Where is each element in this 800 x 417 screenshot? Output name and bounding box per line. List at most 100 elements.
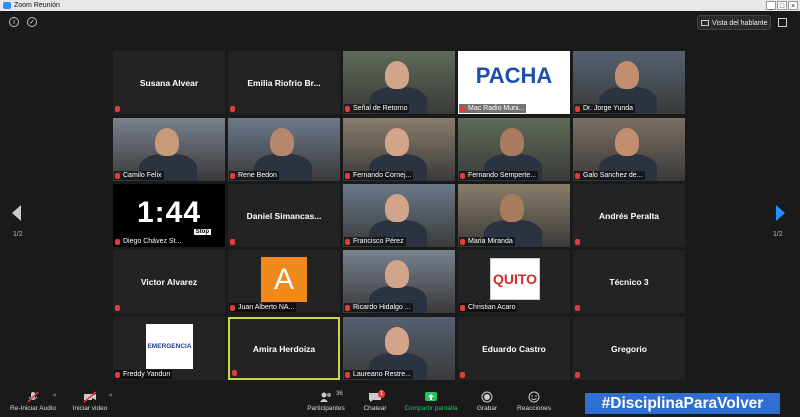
fullscreen-icon[interactable] (778, 18, 787, 27)
participant-head (385, 128, 409, 156)
window-controls: _ □ × (766, 0, 798, 11)
participant-tile[interactable]: Dr. Jorge Yunda (573, 51, 685, 114)
share-screen-icon (424, 391, 438, 403)
muted-mic-icon (115, 106, 120, 112)
participant-tile[interactable]: Señal de Retorno (343, 51, 455, 114)
share-screen-label: Compartir pantalla (404, 405, 458, 412)
video-label: Iniciar video (72, 405, 108, 412)
muted-mic-icon (460, 173, 465, 179)
participant-tile[interactable]: A Juan Alberto NA... (228, 250, 340, 313)
muted-mic-icon (575, 305, 580, 311)
participant-tile[interactable]: Técnico 3 (573, 250, 685, 313)
muted-mic-icon (115, 305, 120, 311)
meeting-topbar (0, 11, 800, 37)
record-label: Grabar (476, 405, 498, 412)
participants-button[interactable]: 36 Participantes (302, 387, 350, 417)
participant-tile[interactable]: Rene Bedon (228, 118, 340, 181)
participant-display-name: Gregorio (611, 343, 647, 354)
countdown-clock: 1:44 (136, 196, 202, 229)
participant-tile[interactable]: Fernando Cornej... (343, 118, 455, 181)
participant-tile[interactable]: Gregorio (573, 317, 685, 380)
participant-tile[interactable]: Emilia Riofrio Br... (228, 51, 340, 114)
participant-name-label: Galo Sanchez de... (574, 171, 645, 180)
participant-tile[interactable]: Victor Alvarez (113, 250, 225, 313)
record-button[interactable]: Grabar (472, 387, 502, 417)
participants-label: Participantes (307, 405, 345, 412)
participant-name-label: Christian Acaro (459, 303, 518, 312)
muted-mic-icon (26, 391, 40, 403)
participants-count: 36 (336, 391, 343, 397)
participant-tile[interactable]: Amira Herdoiza (228, 317, 340, 380)
participant-head (155, 128, 179, 156)
minimize-button[interactable]: _ (766, 1, 776, 10)
audio-options-chevron-icon[interactable]: ^ (53, 394, 56, 401)
speaker-view-button[interactable]: Vista del hablante (697, 15, 771, 30)
participant-name-label: Rene Bedon (229, 171, 279, 180)
participant-name-label: Señal de Retorno (344, 104, 410, 113)
participant-head (500, 194, 524, 222)
participant-tile[interactable]: Camilo Felix (113, 118, 225, 181)
participant-head (615, 128, 639, 156)
participant-tile[interactable]: 1:44 Stop Diego Chávez St... (113, 184, 225, 247)
participant-display-name: Eduardo Castro (482, 343, 546, 354)
avatar: A (261, 257, 307, 302)
participant-name-label: Diego Chávez St... (114, 237, 184, 246)
close-button[interactable]: × (788, 1, 798, 10)
participant-name-label: Fernando Semperte... (459, 171, 539, 180)
video-button[interactable]: Iniciar video (66, 387, 114, 417)
participant-name-label: Dr. Jorge Yunda (574, 104, 636, 113)
participant-tile[interactable]: Ricardo Hidalgo ... (343, 250, 455, 313)
participants-icon (319, 391, 333, 403)
muted-mic-icon (575, 173, 580, 179)
muted-mic-icon (575, 372, 580, 378)
station-logo: PACHA (475, 63, 553, 88)
participant-tile[interactable]: Galo Sanchez de... (573, 118, 685, 181)
participant-tile[interactable]: Daniel Simancas... (228, 184, 340, 247)
participant-tile[interactable]: Maria Miranda (458, 184, 570, 247)
window-titlebar: Zoom Reunión _ □ × (0, 0, 800, 11)
next-page-icon[interactable] (776, 205, 785, 221)
share-screen-button[interactable]: Compartir pantalla (398, 387, 464, 417)
participant-tile[interactable]: Andrés Peralta (573, 184, 685, 247)
shield-icon[interactable]: ✓ (27, 17, 37, 27)
participant-tile[interactable]: Laureano Restre... (343, 317, 455, 380)
participant-name-label: Francisco Pérez (344, 237, 406, 246)
participant-head (385, 260, 409, 288)
participant-display-name: Emilia Riofrio Br... (247, 77, 321, 88)
previous-page-icon[interactable] (12, 205, 21, 221)
muted-mic-icon (345, 239, 350, 245)
participant-tile[interactable]: QUITO Christian Acaro (458, 250, 570, 313)
muted-mic-icon (232, 370, 237, 376)
muted-mic-icon (460, 372, 465, 378)
participant-name-label: Freddy Yandun (114, 370, 173, 379)
participant-head (385, 61, 409, 89)
participant-tile[interactable]: Fernando Semperte... (458, 118, 570, 181)
participant-head (385, 327, 409, 355)
video-off-icon (83, 391, 97, 403)
participant-tile[interactable]: EMERGENCIA Freddy Yandun (113, 317, 225, 380)
hashtag-overlay: #DisciplinaParaVolver (585, 393, 780, 414)
muted-mic-icon (460, 239, 465, 245)
station-logo: EMERGENCIA (146, 324, 193, 369)
participant-head (500, 128, 524, 156)
stop-label: Stop (193, 229, 211, 235)
muted-mic-icon (230, 106, 235, 112)
participant-tile[interactable]: Francisco Pérez (343, 184, 455, 247)
participant-tile[interactable]: PACHA Mac Radio Muni... (458, 51, 570, 114)
participant-display-name: Susana Alvear (139, 77, 199, 88)
muted-mic-icon (345, 173, 350, 179)
page-indicator-right: 1/2 (773, 231, 783, 238)
station-logo: QUITO (490, 258, 540, 300)
participant-name-label: Ricardo Hidalgo ... (344, 303, 413, 312)
participant-head (385, 194, 409, 222)
video-options-chevron-icon[interactable]: ^ (109, 394, 112, 401)
maximize-button[interactable]: □ (777, 1, 787, 10)
audio-button[interactable]: Re-Iniciar Audio (4, 387, 62, 417)
participant-tile[interactable]: Susana Alvear (113, 51, 225, 114)
muted-mic-icon (575, 239, 580, 245)
muted-mic-icon (115, 173, 120, 179)
participant-tile[interactable]: Eduardo Castro (458, 317, 570, 380)
info-icon[interactable]: i (9, 17, 19, 27)
reactions-button[interactable]: Reacciones (514, 387, 554, 417)
chat-button[interactable]: 1 Chatear (358, 387, 392, 417)
